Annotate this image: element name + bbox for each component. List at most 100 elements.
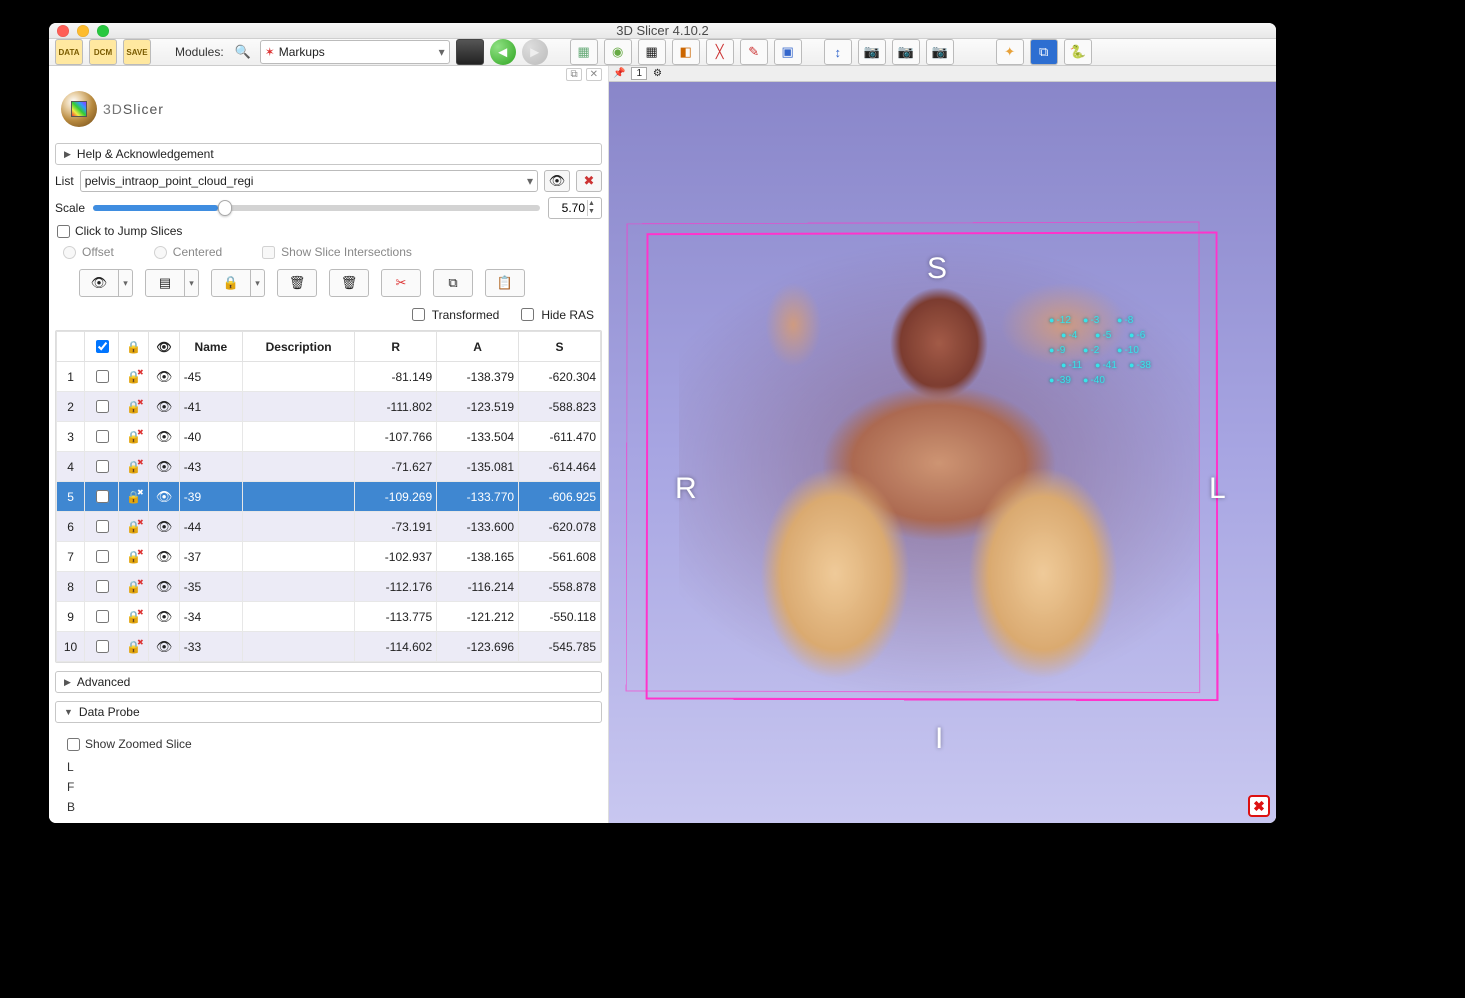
cell-desc[interactable] (242, 512, 354, 542)
centered-radio[interactable] (154, 246, 167, 259)
grid-icon[interactable]: ▦ (638, 39, 666, 65)
col-a[interactable]: A (437, 332, 519, 362)
lut-icon[interactable]: ◧ (672, 39, 700, 65)
fiducial-place-icon[interactable]: ✦ (996, 39, 1024, 65)
transformed-checkbox[interactable] (412, 308, 425, 321)
row-select-checkbox[interactable] (96, 400, 109, 413)
slider-thumb[interactable] (218, 200, 232, 216)
table-row[interactable]: 9🔒👁-34-113.775-121.212-550.118 (57, 602, 601, 632)
cell-s[interactable]: -611.470 (519, 422, 601, 452)
pin-icon[interactable]: 📌 (613, 68, 625, 79)
lock-icon[interactable]: 🔒 (126, 520, 142, 534)
lock-icon[interactable]: 🔒 (126, 550, 142, 564)
cell-name[interactable]: -35 (179, 572, 242, 602)
cell-s[interactable]: -550.118 (519, 602, 601, 632)
row-select-checkbox[interactable] (96, 430, 109, 443)
paste-tool[interactable]: 📋 (485, 269, 525, 297)
lock-icon[interactable]: 🔒 (126, 490, 142, 504)
threed-viewport[interactable]: S I R L -12-3-8-4-5-6-9-2-10-11-41-38-39… (609, 82, 1276, 823)
cell-r[interactable]: -114.602 (355, 632, 437, 662)
cell-name[interactable]: -44 (179, 512, 242, 542)
cell-s[interactable]: -558.878 (519, 572, 601, 602)
eye-icon[interactable]: 👁 (156, 399, 173, 414)
module-selector[interactable]: ✶ Markups ▾ (260, 40, 450, 64)
cell-desc[interactable] (242, 452, 354, 482)
lock-tool[interactable]: 🔒 (211, 269, 251, 297)
cell-a[interactable]: -133.770 (437, 482, 519, 512)
crosshair-icon[interactable]: ╳ (706, 39, 734, 65)
cell-name[interactable]: -45 (179, 362, 242, 392)
search-module-icon[interactable]: 🔍 (232, 41, 254, 63)
click-jump-checkbox[interactable] (57, 225, 70, 238)
table-row[interactable]: 6🔒👁-44-73.191-133.600-620.078 (57, 512, 601, 542)
cell-r[interactable]: -73.191 (355, 512, 437, 542)
row-select-checkbox[interactable] (96, 460, 109, 473)
view-options-icon[interactable]: ⚙ (653, 68, 662, 79)
list-visibility-button[interactable]: 👁 (544, 170, 570, 192)
cell-s[interactable]: -614.464 (519, 452, 601, 482)
eye-icon[interactable]: 👁 (156, 369, 173, 384)
screenshot-icon[interactable]: 📷 (858, 39, 886, 65)
cell-name[interactable]: -37 (179, 542, 242, 572)
python-console-icon[interactable]: 🐍 (1064, 39, 1092, 65)
scene-capture-icon[interactable]: 📷 (892, 39, 920, 65)
cell-a[interactable]: -133.504 (437, 422, 519, 452)
data-probe-section[interactable]: ▼ Data Probe (55, 701, 602, 723)
cell-r[interactable]: -109.269 (355, 482, 437, 512)
module-history-button[interactable] (456, 39, 484, 65)
offset-radio[interactable] (63, 246, 76, 259)
row-select-checkbox[interactable] (96, 520, 109, 533)
list-selector[interactable]: pelvis_intraop_point_cloud_regi ▾ (80, 170, 538, 192)
select-tool[interactable]: ▤ (145, 269, 185, 297)
cell-desc[interactable] (242, 362, 354, 392)
cell-desc[interactable] (242, 482, 354, 512)
layout-sphere-button[interactable]: ◉ (604, 39, 632, 65)
help-ack-section[interactable]: ▶ Help & Acknowledgement (55, 143, 602, 165)
scale-slider[interactable] (93, 205, 540, 211)
eye-icon[interactable]: 👁 (156, 459, 173, 474)
show-zoomed-checkbox[interactable] (67, 738, 80, 751)
error-close-icon[interactable]: ✖ (1248, 795, 1270, 817)
cell-r[interactable]: -102.937 (355, 542, 437, 572)
cut-tool[interactable]: ✂ (381, 269, 421, 297)
nav-back-button[interactable]: ◄ (490, 39, 516, 65)
table-row[interactable]: 2🔒👁-41-111.802-123.519-588.823 (57, 392, 601, 422)
cell-a[interactable]: -121.212 (437, 602, 519, 632)
save-button[interactable]: SAVE (123, 39, 151, 65)
cell-a[interactable]: -138.379 (437, 362, 519, 392)
cell-name[interactable]: -33 (179, 632, 242, 662)
minimize-window-button[interactable] (77, 25, 89, 37)
eye-icon[interactable]: 👁 (156, 519, 173, 534)
row-select-checkbox[interactable] (96, 580, 109, 593)
lock-icon[interactable]: 🔒 (126, 430, 142, 444)
cell-desc[interactable] (242, 542, 354, 572)
cell-desc[interactable] (242, 632, 354, 662)
cell-r[interactable]: -71.627 (355, 452, 437, 482)
cell-desc[interactable] (242, 572, 354, 602)
cell-desc[interactable] (242, 392, 354, 422)
cell-name[interactable]: -34 (179, 602, 242, 632)
row-select-checkbox[interactable] (96, 550, 109, 563)
layout-cube-button[interactable]: ▦ (570, 39, 598, 65)
copy-tool[interactable]: ⧉ (433, 269, 473, 297)
show-intersections-checkbox[interactable] (262, 246, 275, 259)
record-icon[interactable]: 📷 (926, 39, 954, 65)
table-row[interactable]: 10🔒👁-33-114.602-123.696-545.785 (57, 632, 601, 662)
table-row[interactable]: 7🔒👁-37-102.937-138.165-561.608 (57, 542, 601, 572)
cell-name[interactable]: -43 (179, 452, 242, 482)
row-select-checkbox[interactable] (96, 640, 109, 653)
lock-icon[interactable]: 🔒 (126, 460, 142, 474)
table-row[interactable]: 8🔒👁-35-112.176-116.214-558.878 (57, 572, 601, 602)
eye-icon[interactable]: 👁 (156, 429, 173, 444)
cell-r[interactable]: -81.149 (355, 362, 437, 392)
hide-ras-checkbox[interactable] (521, 308, 534, 321)
table-row[interactable]: 5🔒👁-39-109.269-133.770-606.925 (57, 482, 601, 512)
lock-icon[interactable]: 🔒 (126, 400, 142, 414)
list-delete-button[interactable]: ✖ (576, 170, 602, 192)
cell-a[interactable]: -138.165 (437, 542, 519, 572)
roi-icon[interactable]: ▣ (774, 39, 802, 65)
cell-s[interactable]: -620.078 (519, 512, 601, 542)
col-s[interactable]: S (519, 332, 601, 362)
extension-manager-icon[interactable]: ⧉ (1030, 39, 1058, 65)
col-desc[interactable]: Description (242, 332, 354, 362)
